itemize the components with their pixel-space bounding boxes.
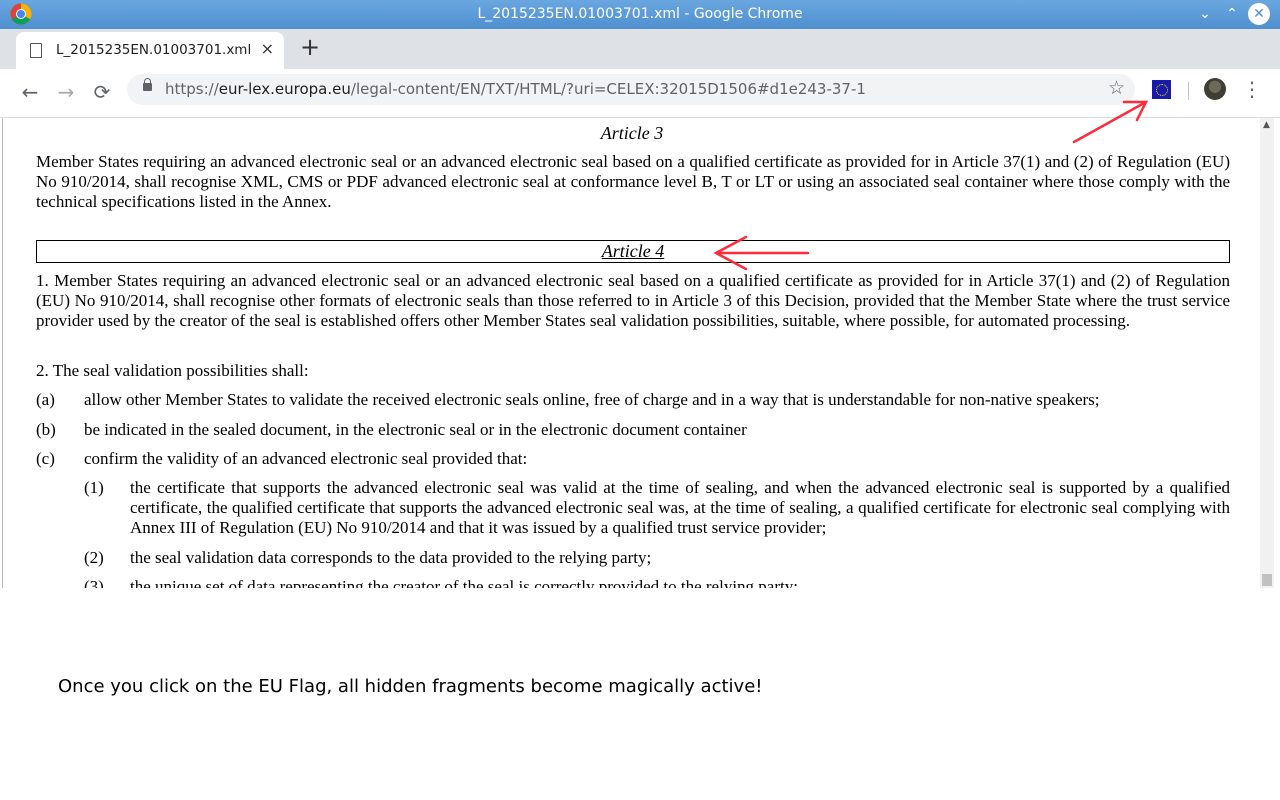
annotation-caption: Once you click on the EU Flag, all hidde…: [58, 676, 763, 697]
arrow-to-article4: [713, 235, 810, 271]
arrow-to-eu-flag: [1072, 100, 1149, 144]
